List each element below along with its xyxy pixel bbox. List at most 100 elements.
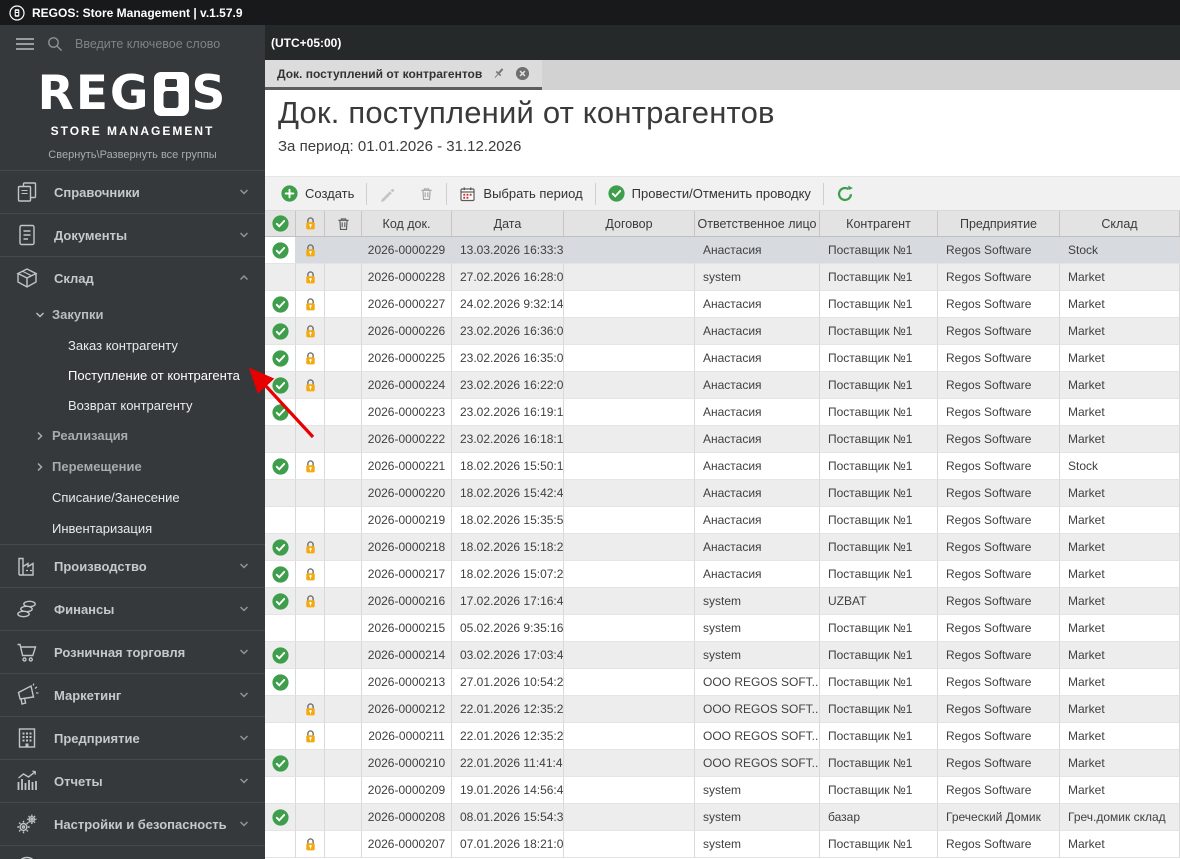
- sidebar-item[interactable]: Поступление от контрагента: [0, 360, 265, 390]
- sidebar-item[interactable]: Перемещение: [0, 451, 265, 482]
- cell-doc-code: 2026-0000207: [362, 831, 452, 858]
- column-header[interactable]: Дата: [452, 211, 564, 236]
- sidebar-item[interactable]: Возврат контрагенту: [0, 390, 265, 420]
- sidebar-item[interactable]: О программе: [0, 845, 265, 859]
- sidebar-item[interactable]: Заказ контрагенту: [0, 330, 265, 360]
- chev-down-icon: [34, 309, 46, 321]
- cell-contractor: Поставщик №1: [820, 399, 938, 426]
- cell-lock: [296, 777, 325, 804]
- gears-icon: [14, 812, 40, 836]
- sidebar-item[interactable]: Финансы: [0, 587, 265, 630]
- cell-lock: [296, 750, 325, 777]
- refresh-button[interactable]: [824, 177, 866, 210]
- cell-contract: [564, 561, 695, 588]
- cell-warehouse: Stock: [1060, 237, 1180, 264]
- cell-delete: [325, 264, 362, 291]
- column-delete[interactable]: [325, 211, 362, 236]
- sidebar-item[interactable]: Закупки: [0, 299, 265, 330]
- cell-person: Анастасия: [695, 507, 820, 534]
- table-row[interactable]: 2026-0000226 23.02.2026 16:36:06 Анастасия…: [265, 318, 1180, 345]
- column-header[interactable]: Склад: [1060, 211, 1180, 236]
- cell-enterprise: Regos Software: [938, 453, 1060, 480]
- cell-delete: [325, 399, 362, 426]
- sidebar-item[interactable]: Инвентаризация: [0, 513, 265, 544]
- sidebar-item[interactable]: Отчеты: [0, 759, 265, 802]
- table-row[interactable]: 2026-0000213 27.01.2026 10:54:26 OOO REGOS…: [265, 669, 1180, 696]
- cell-person: Анастасия: [695, 561, 820, 588]
- cell-doc-code: 2026-0000215: [362, 615, 452, 642]
- create-button[interactable]: Создать: [269, 177, 366, 210]
- table-row[interactable]: 2026-0000224 23.02.2026 16:22:04 Анастасия…: [265, 372, 1180, 399]
- table-row[interactable]: 2026-0000216 17.02.2026 17:16:41 system UZB…: [265, 588, 1180, 615]
- cell-doc-code: 2026-0000211: [362, 723, 452, 750]
- column-posted[interactable]: [265, 211, 296, 236]
- post-unpost-button[interactable]: Провести/Отменить проводку: [596, 177, 823, 210]
- cell-contractor: Поставщик №1: [820, 453, 938, 480]
- column-header[interactable]: Код док.: [362, 211, 452, 236]
- table-row[interactable]: 2026-0000218 18.02.2026 15:18:25 Анастасия…: [265, 534, 1180, 561]
- sidebar-item[interactable]: Склад: [0, 256, 265, 299]
- table-row[interactable]: 2026-0000215 05.02.2026 9:35:16 system Пост…: [265, 615, 1180, 642]
- cards-icon: [14, 180, 40, 204]
- delete-button[interactable]: [407, 177, 446, 210]
- sidebar-item[interactable]: Списание/Занесение: [0, 482, 265, 513]
- table-row[interactable]: 2026-0000212 22.01.2026 12:35:26 OOO REGOS…: [265, 696, 1180, 723]
- cell-warehouse: Market: [1060, 777, 1180, 804]
- table-row[interactable]: 2026-0000222 23.02.2026 16:18:11 Анастасия…: [265, 426, 1180, 453]
- table-row[interactable]: 2026-0000228 27.02.2026 16:28:00 system Пос…: [265, 264, 1180, 291]
- cell-posted: [265, 669, 296, 696]
- chev-right-icon: [34, 430, 46, 442]
- cell-person: system: [695, 642, 820, 669]
- search-input[interactable]: Введите ключевое слово: [75, 37, 220, 51]
- cell-delete: [325, 345, 362, 372]
- cell-date: 27.01.2026 10:54:26: [452, 669, 564, 696]
- table-row[interactable]: 2026-0000211 22.01.2026 12:35:26 OOO REGOS…: [265, 723, 1180, 750]
- tab-doc-receipts[interactable]: Док. поступлений от контрагентов: [265, 60, 543, 90]
- cell-person: system: [695, 804, 820, 831]
- column-header[interactable]: Предприятие: [938, 211, 1060, 236]
- table-row[interactable]: 2026-0000210 22.01.2026 11:41:43 OOO REGOS…: [265, 750, 1180, 777]
- column-lock[interactable]: [296, 211, 325, 236]
- table-row[interactable]: 2026-0000227 24.02.2026 9:32:14 Анастасия П…: [265, 291, 1180, 318]
- cell-date: 13.03.2026 16:33:34: [452, 237, 564, 264]
- pin-tab-icon[interactable]: [491, 66, 506, 81]
- cell-person: system: [695, 777, 820, 804]
- close-tab-icon[interactable]: [515, 66, 530, 81]
- table-row[interactable]: 2026-0000220 18.02.2026 15:42:43 Анастасия…: [265, 480, 1180, 507]
- cell-enterprise: Regos Software: [938, 237, 1060, 264]
- sidebar-item[interactable]: Настройки и безопасность: [0, 802, 265, 845]
- table-row[interactable]: 2026-0000207 07.01.2026 18:21:01 system Пос…: [265, 831, 1180, 858]
- cell-contract: [564, 750, 695, 777]
- sidebar-item[interactable]: Производство: [0, 544, 265, 587]
- cell-contractor: Поставщик №1: [820, 480, 938, 507]
- table-row[interactable]: 2026-0000223 23.02.2026 16:19:15 Анастасия…: [265, 399, 1180, 426]
- cell-lock: [296, 291, 325, 318]
- cell-posted: [265, 615, 296, 642]
- column-header[interactable]: Договор: [564, 211, 695, 236]
- sidebar-item-label: Розничная торговля: [54, 644, 186, 660]
- table-row[interactable]: 2026-0000208 08.01.2026 15:54:38 system баз…: [265, 804, 1180, 831]
- sidebar-item[interactable]: Справочники: [0, 170, 265, 213]
- sidebar-item[interactable]: Предприятие: [0, 716, 265, 759]
- sidebar-item[interactable]: Реализация: [0, 420, 265, 451]
- table-row[interactable]: 2026-0000221 18.02.2026 15:50:15 Анастасия…: [265, 453, 1180, 480]
- sidebar-item[interactable]: Документы: [0, 213, 265, 256]
- cell-person: system: [695, 588, 820, 615]
- cell-enterprise: Regos Software: [938, 831, 1060, 858]
- table-row[interactable]: 2026-0000225 23.02.2026 16:35:03 Анастасия…: [265, 345, 1180, 372]
- hamburger-menu-icon[interactable]: [15, 37, 35, 51]
- sidebar-item-label: Отчеты: [54, 773, 103, 789]
- table-row[interactable]: 2026-0000229 13.03.2026 16:33:34 Анастасия…: [265, 237, 1180, 264]
- column-header[interactable]: Контрагент: [820, 211, 938, 236]
- table-row[interactable]: 2026-0000214 03.02.2026 17:03:47 system Пос…: [265, 642, 1180, 669]
- edit-button[interactable]: [367, 177, 407, 210]
- table-row[interactable]: 2026-0000219 18.02.2026 15:35:51 Анастасия…: [265, 507, 1180, 534]
- sidebar-item[interactable]: Розничная торговля: [0, 630, 265, 673]
- collapse-expand-groups[interactable]: Свернуть\Развернуть все группы: [0, 149, 265, 170]
- cell-posted: [265, 696, 296, 723]
- sidebar-item[interactable]: Маркетинг: [0, 673, 265, 716]
- table-row[interactable]: 2026-0000209 19.01.2026 14:56:45 system Пос…: [265, 777, 1180, 804]
- select-period-button[interactable]: Выбрать период: [447, 177, 594, 210]
- column-header[interactable]: Ответственное лицо: [695, 211, 820, 236]
- table-row[interactable]: 2026-0000217 18.02.2026 15:07:28 Анастасия…: [265, 561, 1180, 588]
